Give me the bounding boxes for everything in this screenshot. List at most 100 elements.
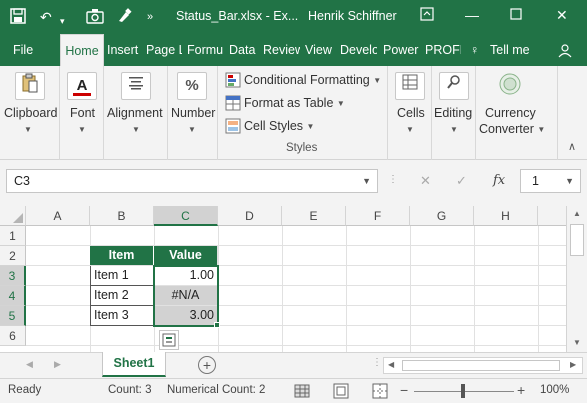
editing-label[interactable]: Editing	[434, 106, 472, 120]
font-caret-icon[interactable]: ▼	[78, 122, 86, 136]
next-sheet-icon[interactable]: ▶	[54, 359, 61, 370]
table-header-item[interactable]: Item	[90, 246, 154, 266]
tab-review[interactable]: Review	[263, 34, 300, 66]
scroll-right-icon[interactable]: ▶	[570, 360, 576, 369]
alignment-icon[interactable]	[121, 72, 151, 100]
user-name[interactable]: Henrik Schiffner	[308, 9, 397, 23]
prev-sheet-icon[interactable]: ◀	[26, 359, 33, 370]
zoom-in-icon[interactable]: +	[517, 382, 525, 398]
currency-converter-button[interactable]: Converter ▼	[479, 122, 545, 136]
column-header-g[interactable]: G	[410, 206, 474, 226]
more-commands-icon[interactable]: »	[147, 8, 153, 26]
column-header-i[interactable]	[538, 206, 566, 226]
row-header-4[interactable]: 4	[0, 286, 26, 306]
horizontal-scroll-thumb[interactable]	[402, 360, 560, 371]
close-icon[interactable]: ✕	[556, 7, 568, 24]
clipboard-caret-icon[interactable]: ▼	[24, 122, 32, 136]
scroll-down-icon[interactable]: ▼	[573, 338, 581, 347]
tab-profe[interactable]: PROFE	[425, 34, 461, 66]
clipboard-icon[interactable]	[15, 72, 45, 100]
column-header-a[interactable]: A	[26, 206, 90, 226]
share-icon[interactable]	[558, 34, 578, 66]
number-caret-icon[interactable]: ▼	[188, 122, 196, 136]
tab-insert[interactable]: Insert	[107, 34, 143, 66]
formula-input[interactable]: 1 ▼	[520, 169, 581, 193]
enter-icon[interactable]: ✓	[456, 173, 467, 189]
horizontal-scrollbar[interactable]: ◀ ▶	[383, 357, 583, 374]
row-header-5[interactable]: 5	[0, 306, 26, 326]
maximize-icon[interactable]	[510, 7, 522, 23]
tab-file[interactable]: File	[13, 34, 53, 66]
zoom-level[interactable]: 100%	[540, 384, 569, 396]
percent-icon[interactable]: %	[177, 72, 207, 100]
select-all-button[interactable]	[0, 206, 26, 226]
sheet-tab-sheet1[interactable]: Sheet1	[102, 352, 166, 377]
row-header-3[interactable]: 3	[0, 266, 26, 286]
column-header-b[interactable]: B	[90, 206, 154, 226]
conditional-formatting-button[interactable]: Conditional Formatting ▼	[244, 73, 381, 87]
zoom-slider-thumb[interactable]	[461, 384, 465, 398]
tab-power[interactable]: Power	[383, 34, 419, 66]
camera-icon[interactable]	[86, 8, 104, 28]
row-header-1[interactable]: 1	[0, 226, 26, 246]
fill-handle[interactable]	[214, 322, 220, 328]
page-break-view-icon[interactable]	[372, 383, 388, 402]
cell-styles-button[interactable]: Cell Styles ▼	[244, 119, 314, 133]
quick-analysis-button[interactable]	[159, 330, 179, 350]
cells-icon[interactable]	[395, 72, 425, 100]
item-cell-1[interactable]: Item 1	[90, 266, 154, 286]
collapse-ribbon-icon[interactable]: ∧	[568, 140, 576, 153]
alignment-label[interactable]: Alignment	[107, 106, 163, 120]
add-sheet-icon[interactable]: +	[198, 356, 216, 374]
row-header-2[interactable]: 2	[0, 246, 26, 266]
insert-function-icon[interactable]: fx	[493, 173, 505, 188]
scroll-left-icon[interactable]: ◀	[388, 360, 394, 369]
formula-bar-grip-icon[interactable]: ⋮	[388, 174, 398, 185]
tab-home[interactable]: Home	[60, 34, 104, 66]
status-count[interactable]: Count: 3	[108, 384, 151, 396]
column-header-d[interactable]: D	[218, 206, 282, 226]
zoom-out-icon[interactable]: −	[400, 382, 408, 398]
save-icon[interactable]	[10, 8, 26, 28]
column-header-f[interactable]: F	[346, 206, 410, 226]
clipboard-label[interactable]: Clipboard	[4, 106, 58, 120]
item-cell-2[interactable]: Item 2	[90, 286, 154, 306]
minimize-icon[interactable]: —	[465, 7, 479, 23]
format-painter-icon[interactable]	[116, 8, 132, 28]
alignment-caret-icon[interactable]: ▼	[132, 122, 140, 136]
tab-view[interactable]: View	[305, 34, 333, 66]
normal-view-icon[interactable]	[294, 383, 310, 402]
cancel-icon[interactable]: ✕	[420, 173, 431, 189]
tab-developer[interactable]: Develo	[340, 34, 377, 66]
column-header-h[interactable]: H	[474, 206, 538, 226]
cells-caret-icon[interactable]: ▼	[406, 122, 414, 136]
number-label[interactable]: Number	[171, 106, 215, 120]
column-header-e[interactable]: E	[282, 206, 346, 226]
table-header-value[interactable]: Value	[154, 246, 218, 266]
search-icon[interactable]	[439, 72, 469, 100]
undo-icon[interactable]: ↶	[40, 8, 52, 26]
tab-page-layout[interactable]: Page L	[146, 34, 182, 66]
expand-formula-icon[interactable]: ▼	[565, 176, 574, 186]
status-numerical-count[interactable]: Numerical Count: 2	[167, 384, 265, 396]
item-cell-3[interactable]: Item 3	[90, 306, 154, 326]
row-header-6[interactable]: 6	[0, 326, 26, 346]
format-as-table-button[interactable]: Format as Table ▼	[244, 96, 345, 110]
undo-dropdown-icon[interactable]: ▾	[60, 12, 65, 30]
name-box-dropdown-icon[interactable]: ▼	[362, 176, 371, 186]
cells-label[interactable]: Cells	[397, 106, 425, 120]
ribbon-display-options-icon[interactable]	[420, 7, 434, 24]
tab-data[interactable]: Data	[229, 34, 257, 66]
tab-formulas[interactable]: Formu	[187, 34, 223, 66]
tab-split-grip-icon[interactable]: ⋮	[372, 357, 382, 368]
scroll-up-icon[interactable]: ▲	[573, 209, 581, 218]
tell-me-search[interactable]: Tell me	[490, 34, 540, 66]
column-header-c[interactable]: C	[154, 206, 218, 226]
font-icon[interactable]: A	[67, 72, 97, 100]
vertical-scrollbar[interactable]: ▲ ▼	[566, 206, 587, 352]
currency-converter-label-1[interactable]: Currency	[485, 106, 536, 120]
page-layout-view-icon[interactable]	[333, 383, 349, 402]
font-label[interactable]: Font	[70, 106, 95, 120]
currency-converter-icon[interactable]	[495, 72, 525, 100]
editing-caret-icon[interactable]: ▼	[450, 122, 458, 136]
